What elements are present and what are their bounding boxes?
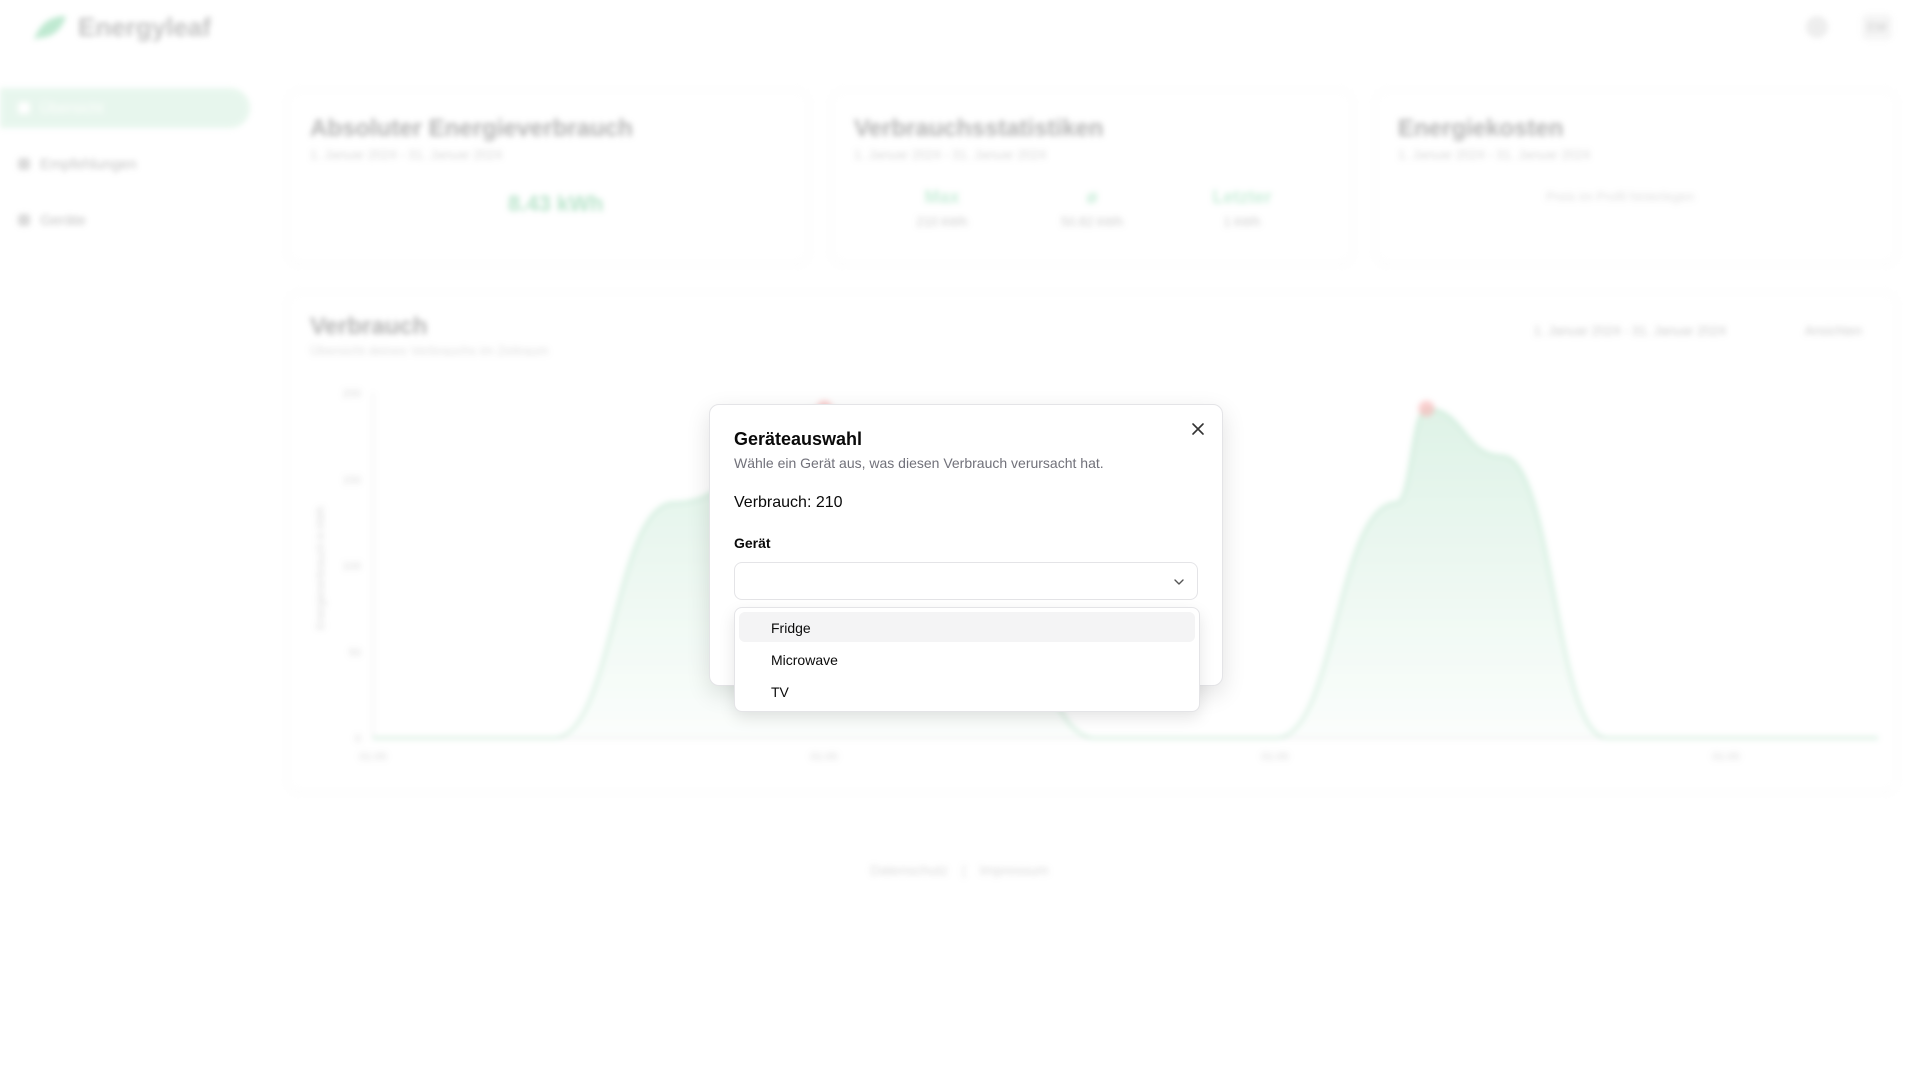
option-tv[interactable]: TV [739, 676, 1195, 706]
device-select[interactable] [734, 562, 1198, 600]
chevron-down-icon [1174, 579, 1184, 585]
option-label: Fridge [771, 620, 811, 636]
option-microwave[interactable]: Microwave [739, 644, 1195, 674]
device-select-dropdown: Fridge Microwave TV [734, 607, 1200, 712]
device-field-label: Gerät [734, 535, 771, 551]
option-fridge[interactable]: Fridge [739, 612, 1195, 642]
dialog-description: Wähle ein Gerät aus, was diesen Verbrauc… [734, 455, 1104, 471]
option-label: TV [771, 684, 789, 700]
consumption-value: Verbrauch: 210 [734, 494, 843, 511]
option-label: Microwave [771, 652, 838, 668]
dialog-title: Geräteauswahl [734, 429, 863, 449]
close-icon[interactable] [1188, 419, 1208, 439]
